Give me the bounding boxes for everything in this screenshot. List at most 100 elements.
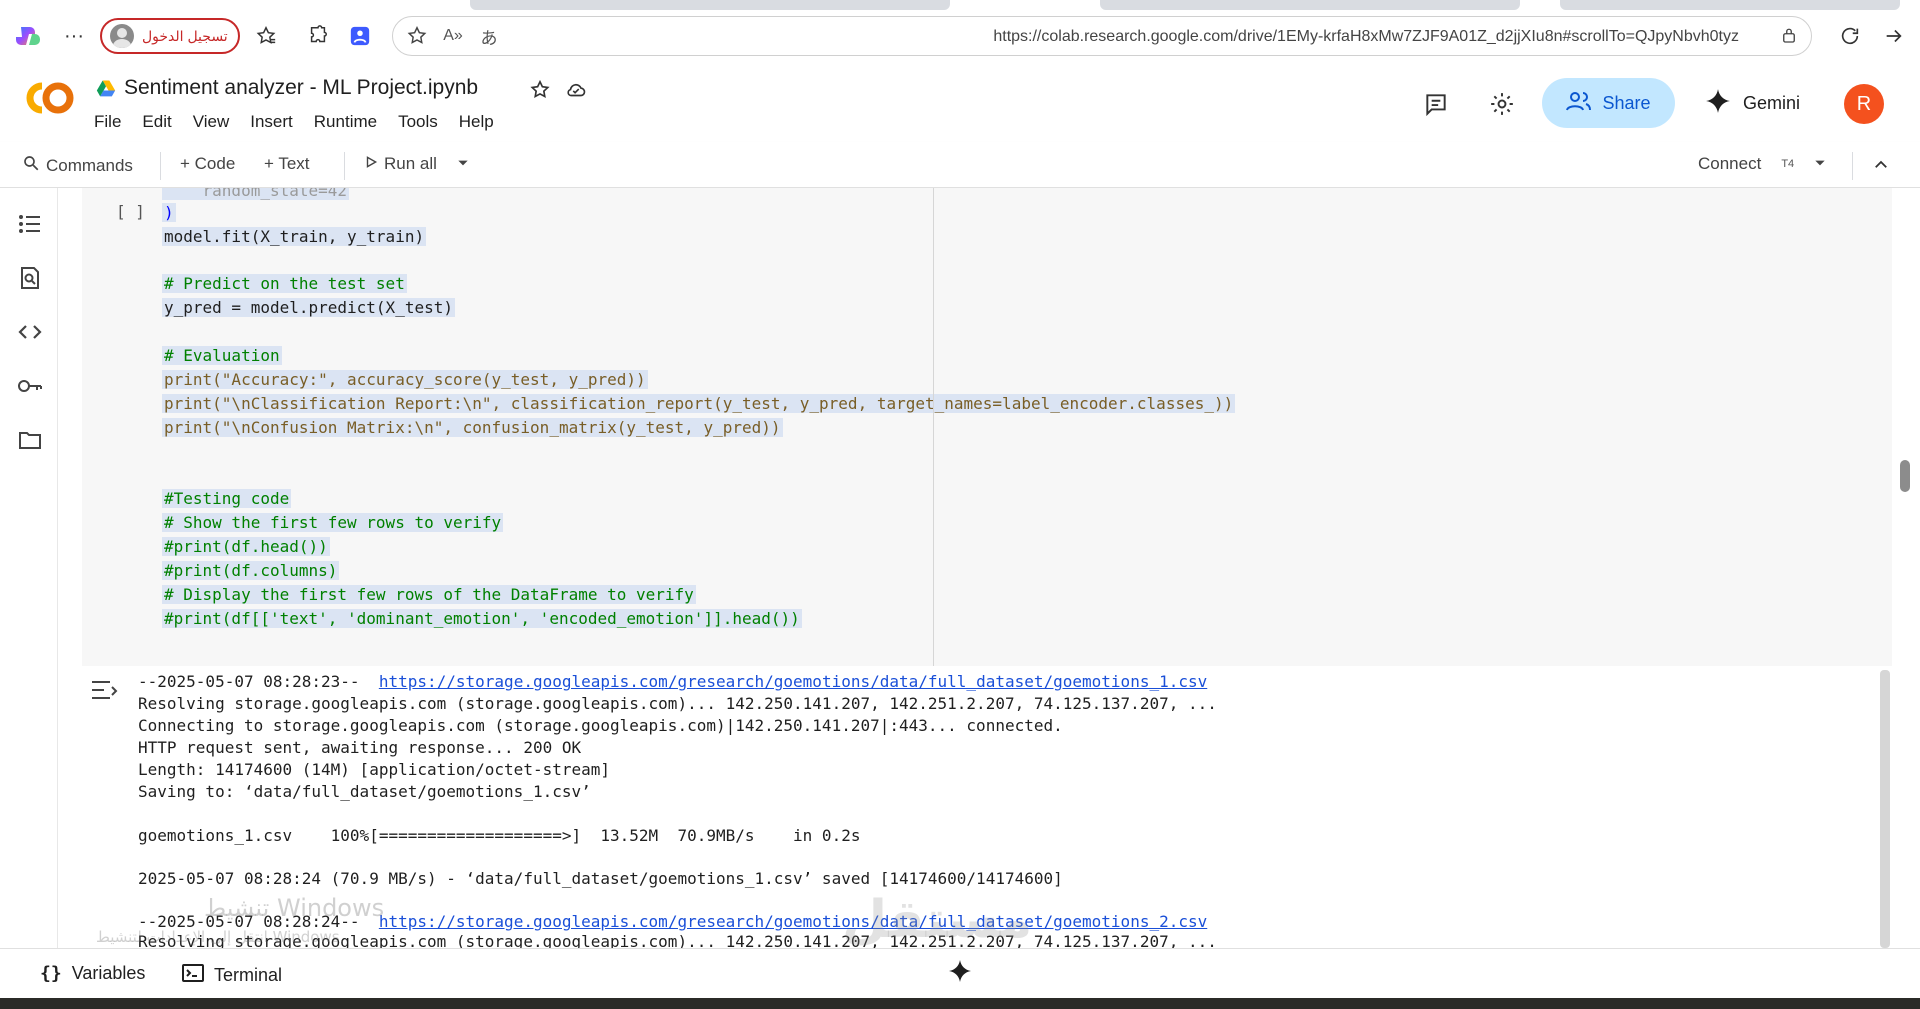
secrets-key-icon[interactable] (16, 372, 44, 400)
browser-tab[interactable] (1560, 0, 1900, 10)
terminal-label: Terminal (214, 965, 283, 985)
output-line-text: --2025-05-07 08:28:24-- (138, 912, 379, 931)
terminal-button[interactable]: Terminal (182, 963, 282, 988)
braces-icon: {} (40, 963, 62, 984)
more-options-icon[interactable]: ··· (60, 22, 88, 50)
menu-tools[interactable]: Tools (398, 112, 449, 132)
output-actions-icon[interactable] (90, 678, 120, 704)
find-replace-icon[interactable] (16, 264, 44, 292)
output-line: Resolving storage.googleapis.com (storag… (138, 694, 1217, 714)
gemini-button[interactable]: Gemini (1705, 88, 1800, 119)
refresh-icon[interactable] (1836, 22, 1864, 50)
cloud-saved-icon[interactable] (562, 76, 590, 104)
output-link[interactable]: https://storage.googleapis.com/gresearch… (379, 672, 1207, 691)
colab-header: Sentiment analyzer - ML Project.ipynb Fi… (0, 62, 1920, 142)
colab-logo[interactable] (22, 80, 78, 116)
code-line: print("\nConfusion Matrix:\n", confusion… (162, 418, 783, 437)
code-cell[interactable]: [ ] random_state=42 ) model.fit(X_train,… (82, 188, 1892, 666)
notebook-scrollbar-thumb[interactable] (1900, 460, 1910, 492)
menu-help[interactable]: Help (459, 112, 505, 132)
connect-button[interactable]: Connect T4 (1698, 154, 1794, 174)
connect-dropdown-icon[interactable] (1813, 156, 1827, 170)
variables-label: Variables (71, 963, 146, 983)
output-line-text: --2025-05-07 08:28:23-- (138, 672, 379, 691)
output-line-text: Resolving storage.googleapis.com (storag… (138, 694, 1217, 713)
code-line: #print(df.columns) (162, 561, 340, 580)
run-cell-indicator[interactable]: [ ] (116, 202, 145, 221)
address-bar[interactable]: A» あ https://colab.research.google.com/d… (392, 16, 1812, 56)
share-button[interactable]: Share (1542, 78, 1675, 128)
menu-view[interactable]: View (193, 112, 241, 132)
code-line: # Predict on the test set (162, 274, 407, 293)
line-length-ruler (933, 188, 934, 666)
toolbar-divider (1852, 152, 1853, 180)
menu-insert[interactable]: Insert (250, 112, 304, 132)
settings-gear-icon[interactable] (1488, 90, 1516, 118)
files-folder-icon[interactable] (16, 426, 44, 454)
variables-button[interactable]: {} Variables (40, 963, 145, 984)
output-line: Length: 14174600 (14M) [application/octe… (138, 760, 610, 780)
code-line: random_state=42 (162, 188, 350, 202)
output-line-text: Saving to: ‘data/full_dataset/goemotions… (138, 782, 591, 801)
forward-icon[interactable] (1880, 22, 1908, 50)
code-snippets-icon[interactable] (16, 318, 44, 346)
run-all-dropdown-icon[interactable] (456, 156, 470, 170)
browser-toolbar: ··· تسجيل الدخول A» あ https://colab.rese… (0, 10, 1920, 62)
add-text-button[interactable]: + Text (264, 154, 310, 174)
code-line: #Testing code (162, 489, 292, 508)
signin-label: تسجيل الدخول (142, 27, 228, 44)
read-aloud-icon[interactable]: A» (439, 22, 467, 50)
code-line: # Show the first few rows to verify (162, 513, 504, 532)
code-line: model.fit(X_train, y_train) (162, 227, 427, 246)
browser-tab[interactable] (470, 0, 950, 10)
gemini-spark-icon[interactable] (948, 959, 972, 983)
user-avatar[interactable]: R (1844, 84, 1884, 124)
star-icon[interactable] (526, 76, 554, 104)
output-line: HTTP request sent, awaiting response... … (138, 738, 581, 758)
extension-app-icon[interactable] (346, 22, 374, 50)
terminal-icon (182, 963, 204, 988)
output-line: goemotions_1.csv 100%[==================… (138, 826, 860, 846)
toolbar-divider (344, 152, 345, 180)
gemini-spark-icon (1705, 88, 1731, 119)
people-icon (1566, 90, 1592, 117)
notebook-title[interactable]: Sentiment analyzer - ML Project.ipynb (124, 76, 478, 100)
output-line-text: HTTP request sent, awaiting response... … (138, 738, 582, 757)
notebook-main: [ ] random_state=42 ) model.fit(X_train,… (58, 188, 1920, 948)
translate-icon[interactable]: あ (475, 22, 503, 50)
table-of-contents-icon[interactable] (16, 210, 44, 238)
comments-icon[interactable] (1422, 90, 1450, 118)
search-icon (22, 154, 40, 177)
left-sidebar (0, 188, 58, 948)
output-line: Saving to: ‘data/full_dataset/goemotions… (138, 782, 591, 802)
menu-edit[interactable]: Edit (142, 112, 182, 132)
extensions-icon[interactable] (304, 22, 332, 50)
collapse-header-icon[interactable] (1872, 156, 1890, 174)
output-link[interactable]: https://storage.googleapis.com/gresearch… (379, 912, 1207, 931)
menu-file[interactable]: File (94, 112, 132, 132)
notebook-toolbar: Commands + Code + Text Run all Connect T… (0, 142, 1920, 188)
run-all-label: Run all (384, 154, 437, 173)
copilot-icon[interactable] (14, 22, 42, 50)
commands-button[interactable]: Commands (22, 154, 133, 177)
favorites-icon[interactable] (252, 22, 280, 50)
output-scrollbar[interactable] (1880, 670, 1890, 948)
gemini-label: Gemini (1743, 93, 1801, 113)
menu-runtime[interactable]: Runtime (314, 112, 388, 132)
share-label: Share (1602, 92, 1651, 113)
add-code-button[interactable]: + Code (180, 154, 235, 174)
code-line: ) (162, 203, 176, 222)
code-line: #print(df.head()) (162, 537, 330, 556)
output-line: --2025-05-07 08:28:24-- https://storage.… (138, 912, 1207, 932)
browser-tab-strip (0, 0, 1920, 10)
run-all-button[interactable]: Run all (364, 154, 437, 174)
app-available-icon[interactable] (1775, 22, 1803, 50)
signin-button[interactable]: تسجيل الدخول (100, 18, 240, 54)
output-line: Connecting to storage.googleapis.com (st… (138, 716, 1063, 736)
google-drive-icon[interactable] (96, 78, 116, 98)
browser-tab[interactable] (1100, 0, 1520, 10)
connect-label: Connect (1698, 154, 1762, 173)
url-text[interactable]: https://colab.research.google.com/drive/… (993, 28, 1739, 46)
add-favorite-icon[interactable] (403, 22, 431, 50)
bottom-bar: {} Variables Terminal (0, 948, 1920, 998)
